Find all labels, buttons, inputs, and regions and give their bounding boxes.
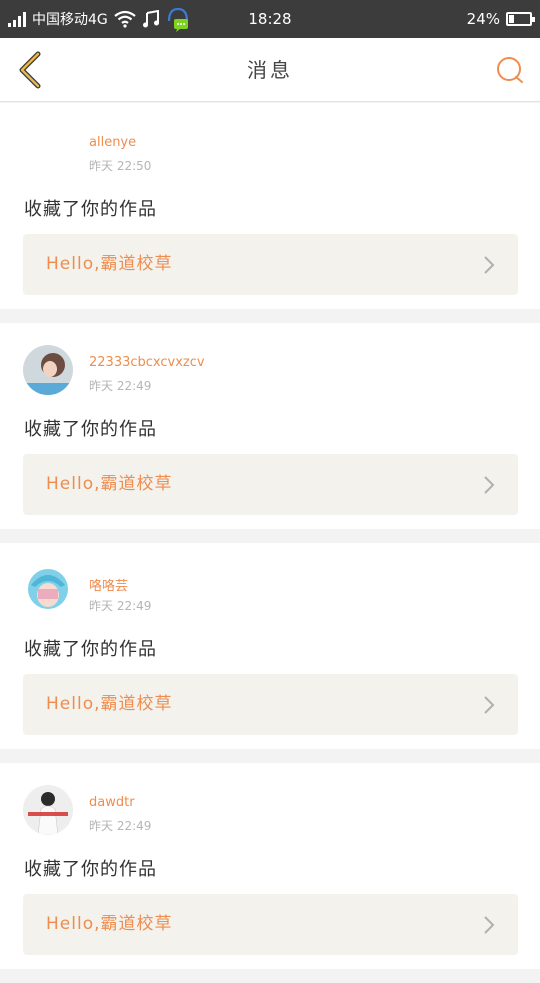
message-card: 咯咯芸 昨天 22:49 收藏了你的作品 Hello,霸道校草 — [0, 543, 540, 749]
work-link[interactable]: Hello,霸道校草 — [23, 674, 518, 735]
action-text: 收藏了你的作品 — [24, 419, 157, 440]
page-title: 消息 — [247, 58, 293, 82]
avatar[interactable] — [23, 345, 73, 395]
work-title: Hello,霸道校草 — [46, 914, 173, 934]
message-list: allenye 昨天 22:50 收藏了你的作品 Hello,霸道校草 2233… — [0, 103, 540, 983]
work-link[interactable]: Hello,霸道校草 — [23, 234, 518, 295]
status-time: 18:28 — [248, 10, 292, 28]
avatar[interactable] — [23, 785, 73, 835]
work-title: Hello,霸道校草 — [46, 254, 173, 274]
username[interactable]: dawdtr — [89, 795, 135, 810]
work-title: Hello,霸道校草 — [46, 474, 173, 494]
action-text: 收藏了你的作品 — [24, 859, 157, 880]
work-link[interactable]: Hello,霸道校草 — [23, 454, 518, 515]
message-time: 昨天 22:49 — [89, 599, 152, 613]
username[interactable]: allenye — [89, 135, 136, 150]
search-icon — [497, 57, 523, 83]
header: 消息 — [0, 38, 540, 102]
avatar[interactable] — [23, 125, 73, 175]
work-title: Hello,霸道校草 — [46, 694, 173, 714]
chevron-right-icon — [484, 256, 495, 274]
status-bar: 中国移动4G 18:28 24% — [0, 0, 540, 38]
avatar[interactable] — [23, 565, 73, 615]
message-card: dawdtr 昨天 22:49 收藏了你的作品 Hello,霸道校草 — [0, 763, 540, 969]
chevron-right-icon — [484, 696, 495, 714]
battery-icon — [506, 12, 535, 26]
chevron-right-icon — [484, 916, 495, 934]
message-time: 昨天 22:50 — [89, 159, 152, 173]
message-time: 昨天 22:49 — [89, 819, 152, 833]
message-card: 22333cbcxcvxzcv 昨天 22:49 收藏了你的作品 Hello,霸… — [0, 323, 540, 529]
message-card: allenye 昨天 22:50 收藏了你的作品 Hello,霸道校草 — [0, 103, 540, 309]
search-button[interactable] — [492, 52, 528, 88]
message-time: 昨天 22:49 — [89, 379, 152, 393]
action-text: 收藏了你的作品 — [24, 199, 157, 220]
action-text: 收藏了你的作品 — [24, 639, 157, 660]
work-link[interactable]: Hello,霸道校草 — [23, 894, 518, 955]
username[interactable]: 22333cbcxcvxzcv — [89, 355, 205, 370]
battery-percent: 24% — [466, 10, 500, 28]
username[interactable]: 咯咯芸 — [89, 575, 128, 594]
chevron-right-icon — [484, 476, 495, 494]
